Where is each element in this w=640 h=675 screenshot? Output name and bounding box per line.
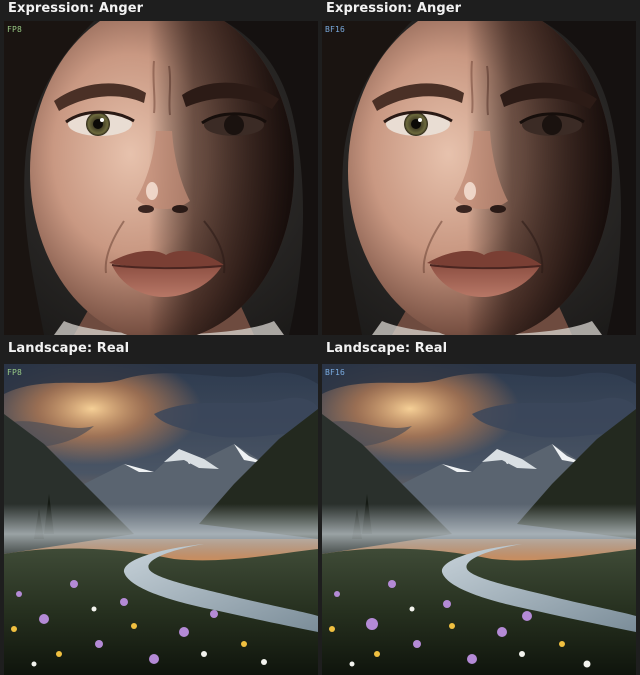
precision-badge: FP8 <box>7 368 23 377</box>
panel-portrait-bf16: Expression: Anger BF16 <box>318 0 638 338</box>
landscape-illustration <box>322 364 636 675</box>
panel-landscape-bf16: Landscape: Real BF16 <box>318 340 638 675</box>
precision-badge: BF16 <box>325 25 346 34</box>
portrait-image: FP8 <box>4 21 318 335</box>
portrait-image: BF16 <box>322 21 636 335</box>
panel-title: Expression: Anger <box>8 1 144 16</box>
landscape-illustration <box>4 364 318 675</box>
panel-title: Landscape: Real <box>8 341 130 356</box>
precision-badge: FP8 <box>7 25 23 34</box>
portrait-illustration <box>4 21 318 335</box>
precision-badge: BF16 <box>325 368 346 377</box>
landscape-image: BF16 <box>322 364 636 675</box>
panel-portrait-fp8: Expression: Anger FP8 <box>0 0 320 338</box>
landscape-image: FP8 <box>4 364 318 675</box>
panel-landscape-fp8: Landscape: Real FP8 <box>0 340 320 675</box>
portrait-illustration <box>322 21 636 335</box>
panel-title: Landscape: Real <box>326 341 448 356</box>
panel-title: Expression: Anger <box>326 1 462 16</box>
